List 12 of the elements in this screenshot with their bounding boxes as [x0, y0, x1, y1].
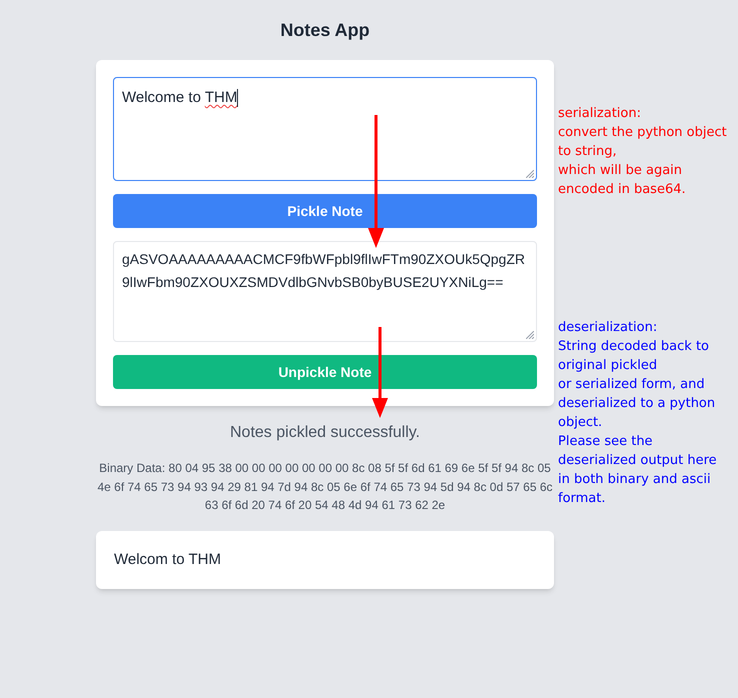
- pickled-output-field[interactable]: gASVOAAAAAAAAACMCF9fbWFpbl9flIwFTm90ZXOUk5QpgZR9lIwFbm90ZXOUXZSMDVdlbGNvbSB0byBUSE2UYXNiLg==: [113, 241, 537, 342]
- resize-grip-icon[interactable]: [526, 331, 534, 339]
- unpickled-note-text: Welcom to THM: [114, 550, 222, 570]
- app-title: Notes App: [280, 19, 370, 42]
- note-input[interactable]: Welcome to THM: [113, 77, 537, 181]
- annotation-note: deserialization: String decoded back to original pickled or serialized form, and deserialized to a python object. Please see the deserialized output here in both binary and ascii format.: [558, 319, 718, 508]
- resize-grip-icon[interactable]: [526, 170, 534, 178]
- pickle-note-button[interactable]: Pickle Note: [113, 194, 537, 228]
- annotation-note: serialization: convert the python object to string, which will be again encoded in base64.: [558, 105, 728, 199]
- binary-data: Binary Data: 80 04 95 38 00 00 00 00 00 00 00 8c 08 5f 5f 6d 61 69 6e 5f 5f 94 8c 05 4e 6f 74 65 73 94 93 94 29 81 94 7d 94 8c 05 6e 6f 74 65 73 94 5d 94 8c 0d 57 65 6c 63 6f 6d 20 74 6f 20 54 48 4d 94 61 73 62 2e: [96, 460, 554, 514]
- status-message: Notes pickled successfully.: [230, 423, 420, 443]
- text-cursor-icon: [237, 89, 238, 108]
